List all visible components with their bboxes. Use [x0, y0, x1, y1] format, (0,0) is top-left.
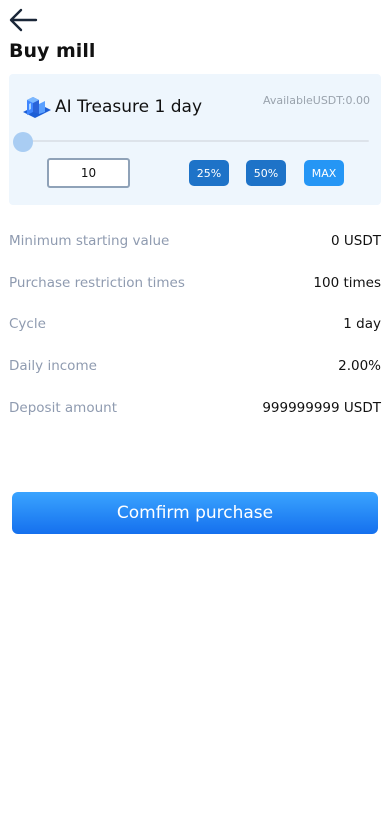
arrow-left-icon[interactable] [8, 6, 40, 34]
detail-row-cycle: Cycle 1 day [9, 314, 381, 334]
quantity-slider[interactable] [13, 132, 369, 152]
product-name: AI Treasure 1 day [55, 97, 203, 117]
detail-value: 100 times [313, 275, 381, 291]
page-title: Buy mill [9, 40, 96, 62]
confirm-purchase-button[interactable]: Comfirm purchase [12, 492, 378, 534]
detail-label: Purchase restriction times [9, 275, 185, 291]
detail-row-daily-income: Daily income 2.00% [9, 356, 381, 376]
quantity-input[interactable] [47, 158, 130, 188]
percent-50-button[interactable]: 50% [246, 160, 286, 186]
detail-row-purchase-restriction: Purchase restriction times 100 times [9, 273, 381, 293]
detail-label: Deposit amount [9, 400, 117, 416]
max-button[interactable]: MAX [304, 160, 344, 186]
buy-mill-page: Buy mill AI Treasure 1 day AvailableUSDT… [0, 0, 391, 826]
detail-row-deposit-amount: Deposit amount 999999999 USDT [9, 398, 381, 418]
detail-value: 999999999 USDT [262, 400, 381, 416]
available-balance: AvailableUSDT:0.00 [262, 94, 370, 107]
detail-label: Minimum starting value [9, 233, 170, 249]
mill-machine-icon [23, 97, 51, 118]
detail-value: 0 USDT [331, 233, 381, 249]
percent-25-button[interactable]: 25% [189, 160, 229, 186]
slider-track [21, 140, 369, 142]
detail-row-minimum-starting-value: Minimum starting value 0 USDT [9, 231, 381, 251]
detail-value: 1 day [343, 316, 381, 332]
slider-thumb[interactable] [13, 132, 33, 152]
detail-value: 2.00% [338, 358, 381, 374]
product-card: AI Treasure 1 day AvailableUSDT:0.00 25%… [9, 74, 381, 205]
detail-label: Cycle [9, 316, 46, 332]
detail-label: Daily income [9, 358, 97, 374]
